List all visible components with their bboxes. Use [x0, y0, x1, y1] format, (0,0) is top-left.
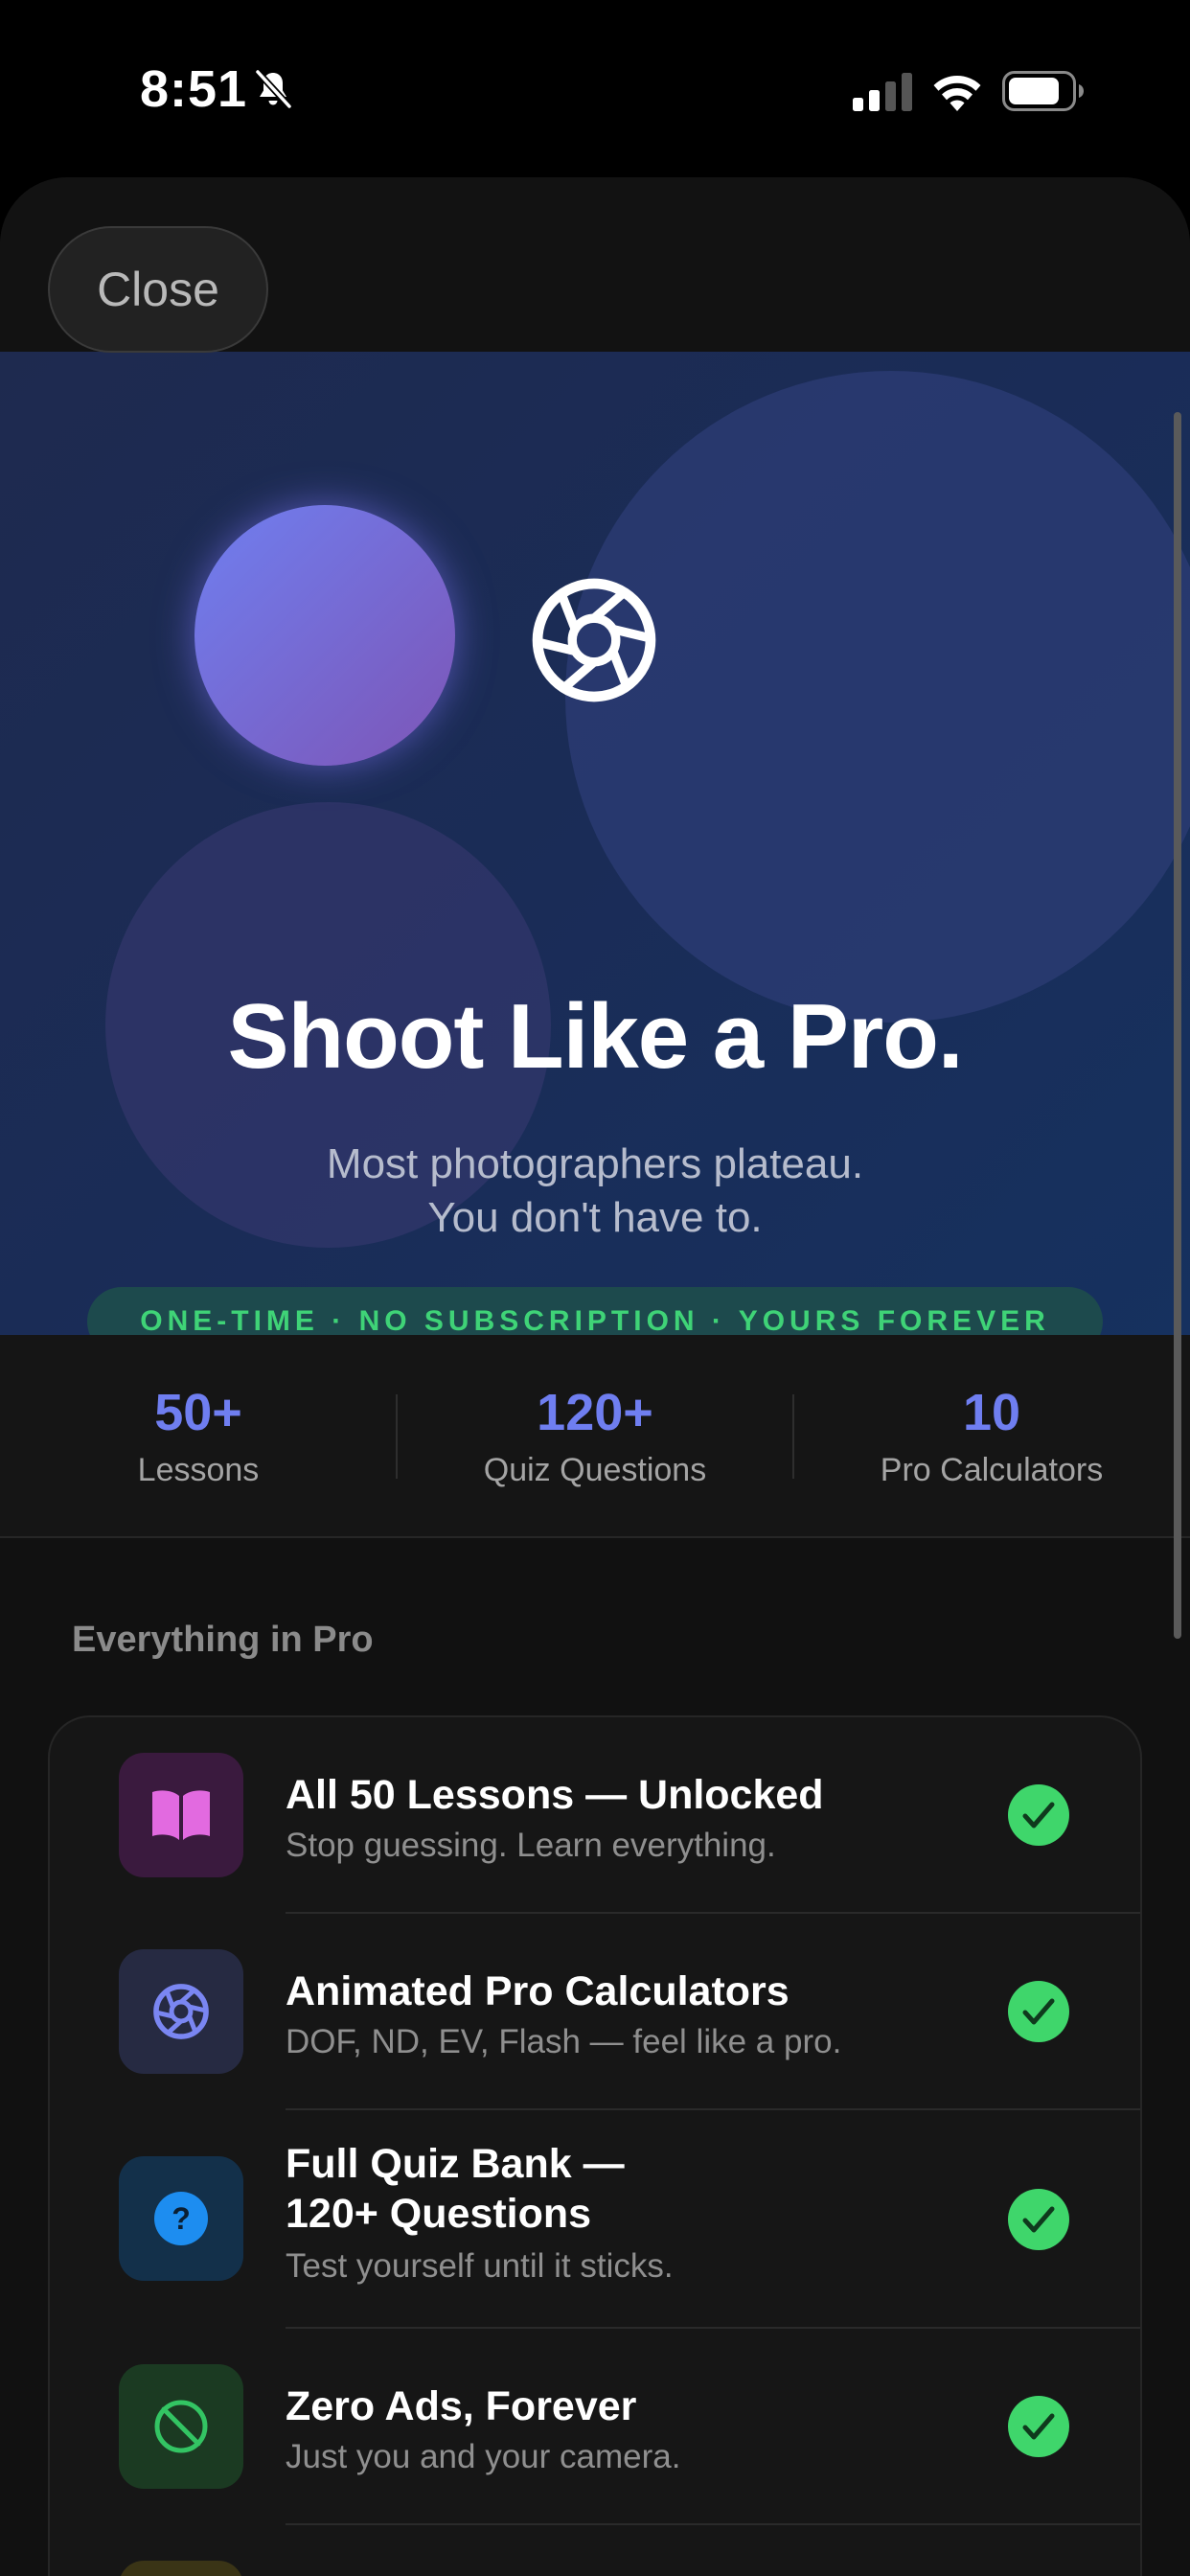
- divider: [286, 2523, 1140, 2525]
- question-circle-icon: ?: [154, 2192, 208, 2245]
- hero-subtitle: Most photographers plateau. You don't ha…: [0, 1138, 1190, 1245]
- hero-subtitle-line: You don't have to.: [427, 1194, 763, 1241]
- scrollbar[interactable]: [1174, 412, 1181, 1639]
- list-item: All 50 Lessons — Unlocked Stop guessing.…: [50, 1717, 1140, 1914]
- checkmark-icon: [1008, 1784, 1069, 1846]
- gradient-orb: [195, 505, 455, 766]
- checkmark-icon: [1008, 2189, 1069, 2250]
- paywall-sheet: Shoot Like a Pro. Most photographers pla…: [0, 177, 1190, 2576]
- feature-icon-box: [119, 1949, 243, 2074]
- list-item: Zero Ads, Forever Just you and your came…: [50, 2329, 1140, 2525]
- list-item: ? Full Quiz Bank — 120+ Questions Test y…: [50, 2110, 1140, 2329]
- stat-lessons: 50+ Lessons: [0, 1335, 397, 1538]
- feature-title: Zero Ads, Forever: [286, 2383, 637, 2429]
- feature-description: Just you and your camera.: [286, 2438, 681, 2475]
- status-time: 8:51: [140, 60, 248, 118]
- aperture-icon: [532, 578, 656, 702]
- signal-icon: [853, 73, 912, 111]
- checkmark-icon: [1008, 2396, 1069, 2457]
- pricing-badge: ONE-TIME · NO SUBSCRIPTION · YOURS FOREV…: [87, 1287, 1103, 1335]
- stats-row: 50+ Lessons 120+ Quiz Questions 10 Pro C…: [0, 1335, 1190, 1538]
- hero-title: Shoot Like a Pro.: [227, 985, 963, 1088]
- book-icon: [152, 1790, 210, 1840]
- svg-text:?: ?: [172, 2201, 191, 2236]
- stat-label: Quiz Questions: [483, 1452, 707, 1488]
- feature-icon-box: [119, 1753, 243, 1877]
- close-button[interactable]: Close: [48, 226, 268, 353]
- feature-title: Animated Pro Calculators: [286, 1968, 790, 2014]
- hero-subtitle-line: Most photographers plateau.: [326, 1140, 864, 1187]
- feature-description: Test yourself until it sticks.: [286, 2247, 674, 2285]
- features-list: All 50 Lessons — Unlocked Stop guessing.…: [48, 1715, 1142, 2576]
- feature-icon-box: [119, 2364, 243, 2489]
- section-title: Everything in Pro: [72, 1620, 374, 1660]
- status-bar: 8:51: [0, 0, 1190, 172]
- feature-description: DOF, ND, EV, Flash — feel like a pro.: [286, 2023, 842, 2060]
- feature-title-line: 120+ Questions: [286, 2191, 592, 2237]
- battery-icon: [1002, 71, 1084, 111]
- aperture-icon: [153, 1984, 209, 2039]
- stat-value: 10: [962, 1384, 1021, 1441]
- no-ads-icon: [154, 2400, 208, 2453]
- stat-value: 50+: [154, 1384, 242, 1441]
- bell-slash-icon: [255, 69, 292, 109]
- feature-icon-box: [119, 2561, 243, 2576]
- feature-icon-box: ?: [119, 2156, 243, 2281]
- feature-description: Stop guessing. Learn everything.: [286, 1827, 776, 1864]
- list-item: Animated Pro Calculators DOF, ND, EV, Fl…: [50, 1914, 1140, 2110]
- feature-title: All 50 Lessons — Unlocked: [286, 1772, 824, 1818]
- stat-pro-calculators: 10 Pro Calculators: [793, 1335, 1190, 1538]
- stat-value: 120+: [537, 1384, 653, 1441]
- feature-title: Full Quiz Bank — 120+ Questions: [286, 2139, 625, 2239]
- decorative-circle: [565, 371, 1190, 1023]
- feature-title-line: Full Quiz Bank —: [286, 2141, 625, 2187]
- hero-banner: Shoot Like a Pro. Most photographers pla…: [0, 352, 1190, 1335]
- checkmark-icon: [1008, 1981, 1069, 2042]
- stat-label: Lessons: [137, 1452, 260, 1488]
- stat-quiz-questions: 120+ Quiz Questions: [397, 1335, 793, 1538]
- stat-label: Pro Calculators: [880, 1452, 1104, 1488]
- wifi-icon: [933, 75, 981, 111]
